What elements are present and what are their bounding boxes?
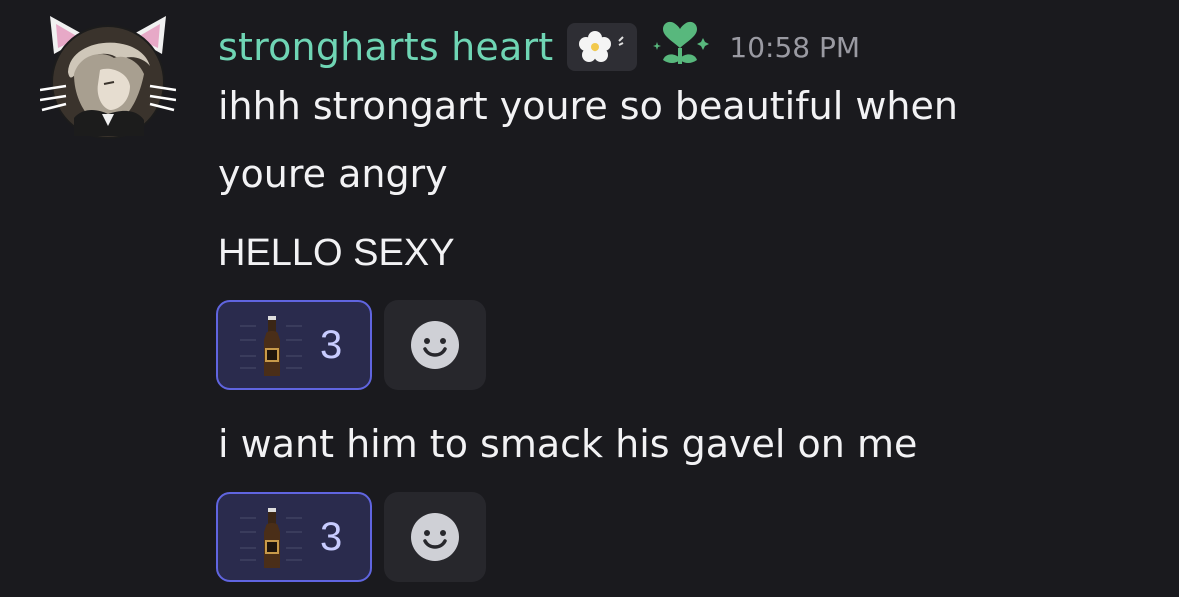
timestamp: 10:58 PM: [729, 30, 861, 64]
reaction-count: 3: [320, 322, 343, 367]
username[interactable]: strongharts heart: [218, 25, 553, 69]
beer-bottle-icon: [236, 310, 306, 380]
chat-message: strongharts heart 10:58 PM ihhh strongar…: [0, 0, 1179, 597]
green-heart-sparkle-icon[interactable]: [651, 18, 710, 76]
message-text-line: youre angry: [218, 152, 448, 196]
message-text-line: HELLO SEXY: [218, 232, 455, 274]
cat-ear-avatar-icon: [39, 16, 177, 139]
smiley-face-icon: [411, 321, 459, 369]
beer-bottle-icon: [236, 502, 306, 572]
reaction-button[interactable]: 3: [216, 492, 372, 582]
avatar[interactable]: [39, 14, 177, 142]
flower-tag-icon[interactable]: [567, 23, 638, 71]
message-header: strongharts heart 10:58 PM: [218, 18, 860, 76]
smiley-face-icon: [411, 513, 459, 561]
add-reaction-button[interactable]: [384, 300, 486, 390]
reaction-button[interactable]: 3: [216, 300, 372, 390]
message-text-line: i want him to smack his gavel on me: [218, 422, 918, 466]
message-text-line: ihhh strongart youre so beautiful when: [218, 84, 958, 128]
add-reaction-button[interactable]: [384, 492, 486, 582]
flower-icon: [579, 31, 625, 62]
reaction-count: 3: [320, 514, 343, 559]
